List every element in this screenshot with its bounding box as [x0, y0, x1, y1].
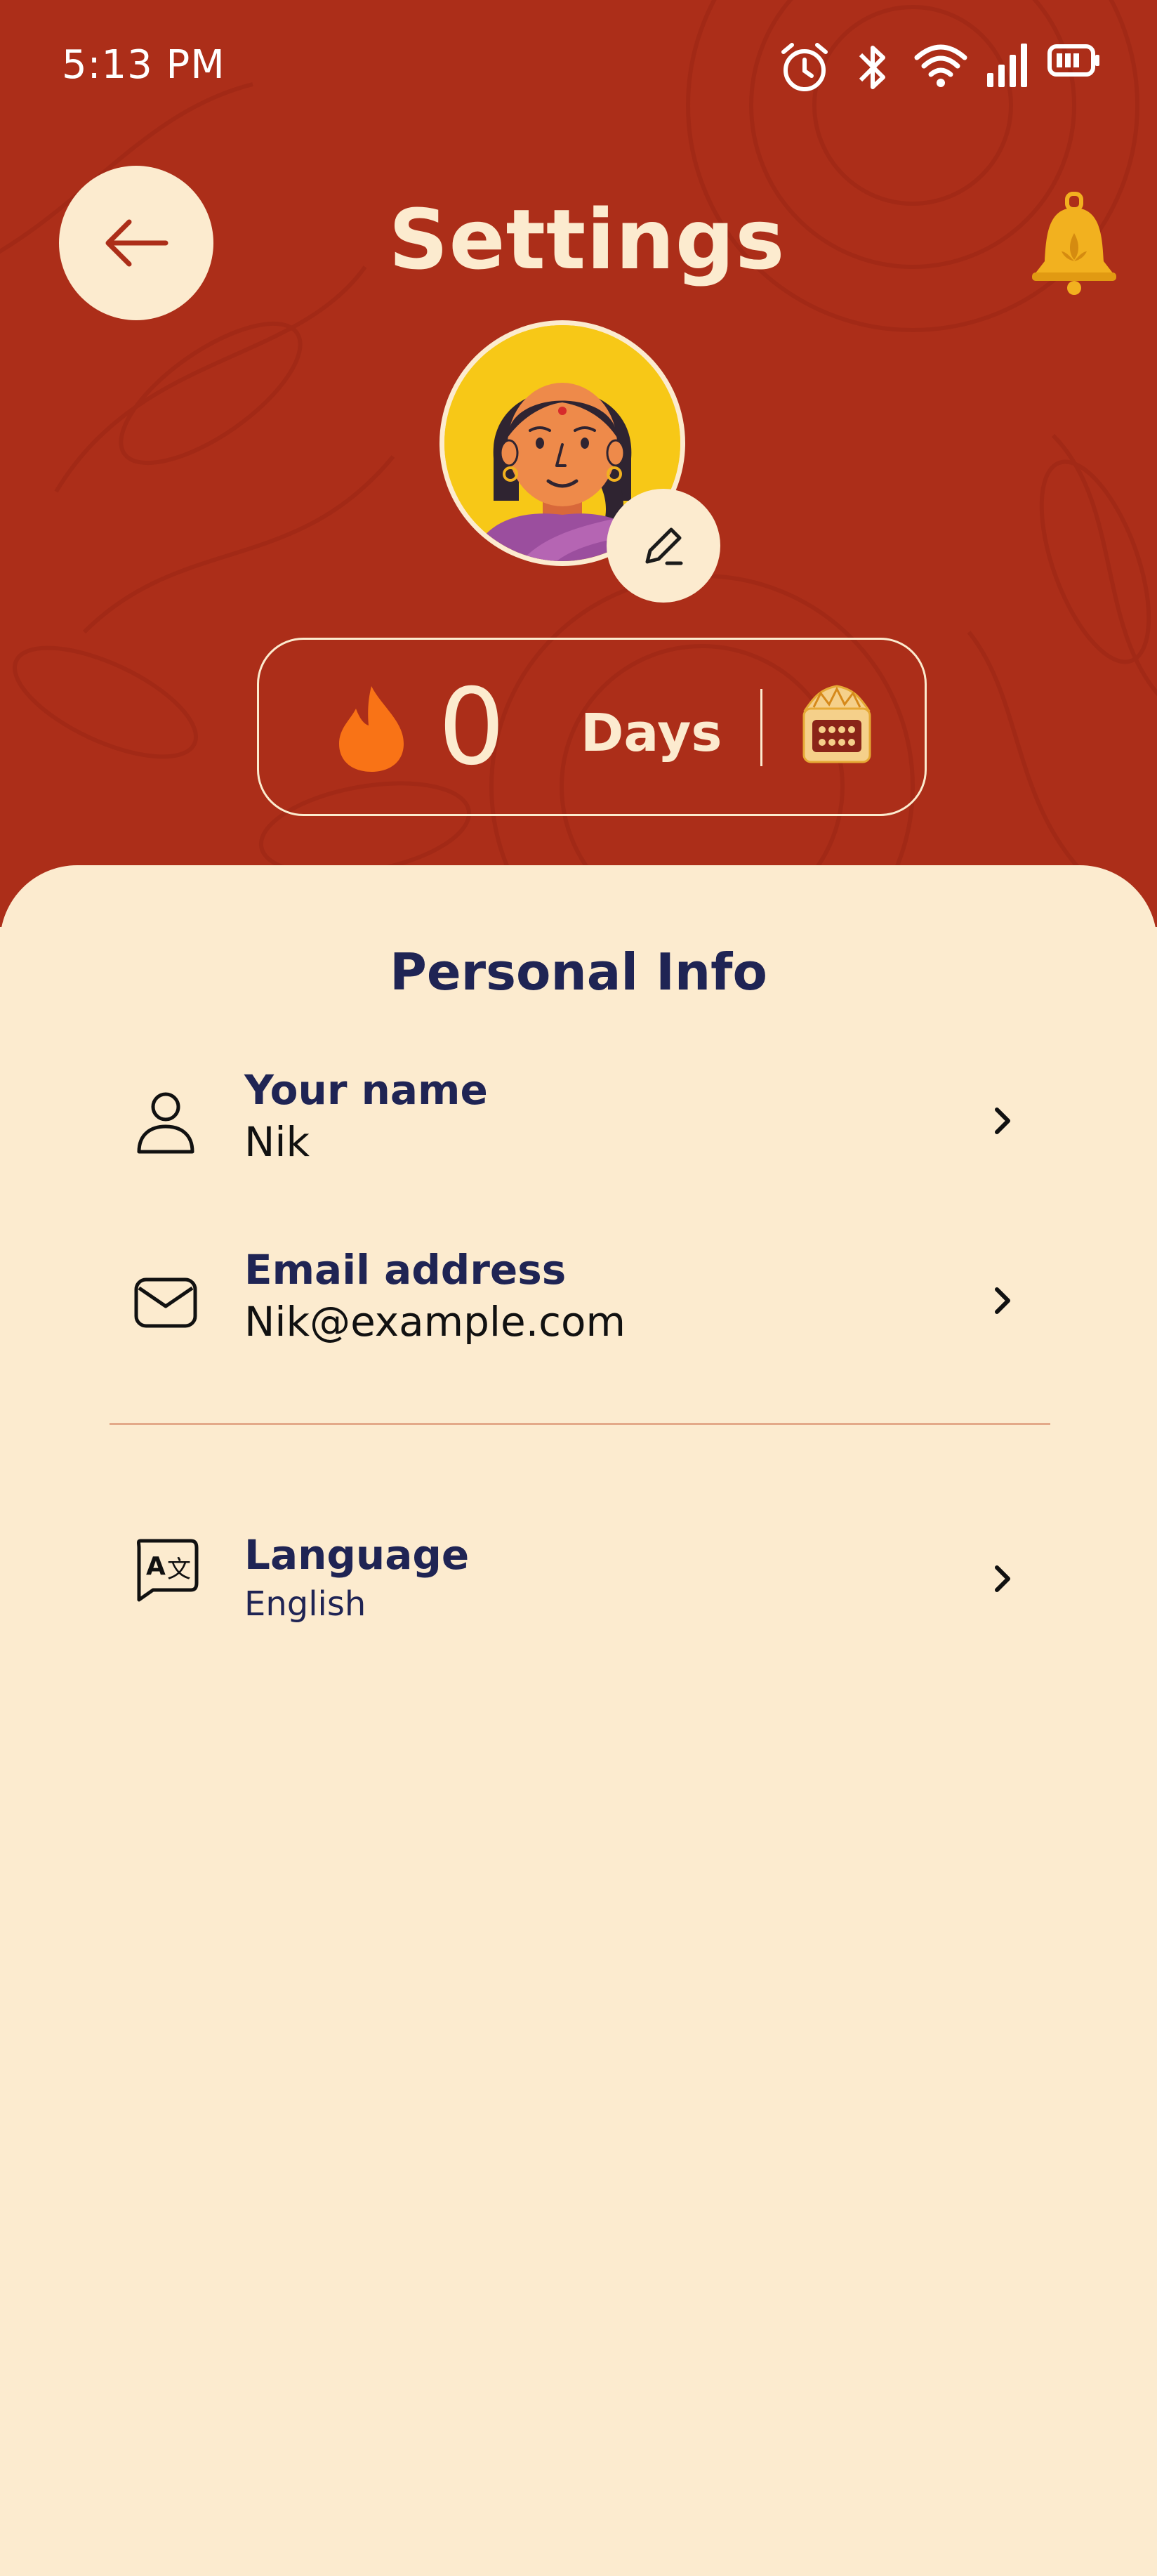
language-setting-row[interactable]: A 文 Language English: [105, 1497, 1053, 1638]
email-value: Nik@example.com: [244, 1298, 626, 1346]
edit-avatar-button[interactable]: [607, 489, 720, 603]
name-setting-row[interactable]: Your name Nik: [105, 1051, 1053, 1191]
chevron-right-icon: [995, 1108, 1010, 1134]
pencil-icon: [645, 527, 683, 565]
battery-icon: [1047, 44, 1099, 77]
page-title: Settings: [388, 191, 786, 288]
streak-count: 0: [438, 666, 505, 789]
back-button[interactable]: [59, 166, 213, 320]
status-bar: 5:13 PM: [0, 0, 1157, 140]
email-label: Email address: [244, 1246, 567, 1294]
user-icon: [137, 1092, 194, 1154]
alarm-icon: [781, 43, 828, 91]
signal-icon: [987, 44, 1027, 87]
translate-icon: A 文: [137, 1539, 199, 1602]
name-label: Your name: [244, 1066, 488, 1114]
bluetooth-icon: [859, 46, 885, 89]
streak-card: 0 Days: [257, 638, 927, 816]
svg-text:文: 文: [167, 1556, 191, 1584]
wifi-icon: [914, 44, 967, 87]
email-setting-row[interactable]: Email address Nik@example.com: [105, 1230, 1053, 1371]
svg-text:A: A: [146, 1552, 166, 1581]
settings-sheet: Personal Info Your name Nik Email addres…: [0, 865, 1157, 2576]
status-time: 5:13 PM: [62, 42, 225, 88]
flame-icon: [339, 686, 404, 772]
language-value: English: [244, 1584, 366, 1624]
chevron-right-icon: [995, 1287, 1010, 1314]
calendar-icon: [802, 685, 871, 763]
mail-icon: [134, 1277, 197, 1328]
language-label: Language: [244, 1531, 470, 1579]
bell-icon: [1032, 192, 1116, 295]
header-area: 5:13 PM Settings 0 Days: [0, 0, 1157, 927]
name-value: Nik: [244, 1118, 310, 1166]
section-title-personal-info: Personal Info: [390, 942, 767, 1001]
section-divider: [110, 1423, 1050, 1425]
calendar-button[interactable]: [800, 683, 874, 766]
streak-divider: [760, 689, 762, 766]
notifications-button[interactable]: [1028, 191, 1120, 296]
streak-unit-label: Days: [581, 703, 722, 763]
arrow-left-icon: [105, 219, 168, 267]
chevron-right-icon: [995, 1565, 1010, 1592]
